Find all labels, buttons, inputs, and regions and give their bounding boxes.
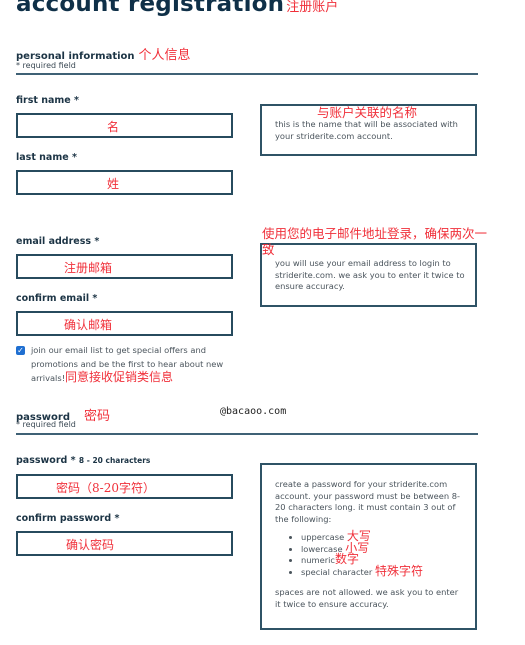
confirm-password-label: confirm password * bbox=[16, 513, 120, 524]
password-rule: special character 特殊字符 bbox=[301, 563, 465, 578]
last-name-input[interactable]: 姓 bbox=[16, 170, 233, 195]
watermark: @bacaoo.com bbox=[220, 406, 287, 417]
password-heading-annotation: 密码 bbox=[84, 409, 111, 424]
password-info-intro: create a password for your striderite.co… bbox=[275, 479, 460, 524]
last-name-label: last name * bbox=[16, 152, 77, 163]
password-section-divider bbox=[16, 433, 478, 435]
password-rules-list: uppercase 大写 lowercase 小写 numeric数字 spec… bbox=[275, 530, 465, 578]
email-list-checkbox[interactable]: ✓ bbox=[16, 346, 25, 355]
password-value: 密码（8-20字符） bbox=[56, 481, 155, 495]
confirm-email-value: 确认邮箱 bbox=[64, 318, 113, 332]
password-label-text: password * bbox=[16, 455, 76, 466]
password-label: password * 8 - 20 characters bbox=[16, 455, 150, 466]
name-info-text: this is the name that will be associated… bbox=[275, 119, 458, 141]
email-info-annotation: 使用您的电子邮件地址登录，确保两次一致 bbox=[262, 226, 488, 257]
email-label: email address * bbox=[16, 236, 100, 247]
first-name-value: 名 bbox=[107, 120, 120, 134]
section-divider bbox=[16, 73, 478, 75]
personal-info-annotation: 个人信息 bbox=[138, 48, 191, 63]
name-info-annotation: 与账户关联的名称 bbox=[317, 105, 418, 120]
password-hint: 8 - 20 characters bbox=[78, 456, 151, 465]
password-info-box: create a password for your striderite.co… bbox=[260, 463, 477, 630]
checkmark-icon: ✓ bbox=[17, 346, 24, 355]
password-rule: uppercase 大写 bbox=[301, 530, 465, 543]
rule-annotation: 数字 bbox=[334, 552, 359, 566]
last-name-value: 姓 bbox=[107, 177, 120, 191]
email-value: 注册邮箱 bbox=[64, 261, 113, 275]
password-info-outro: spaces are not allowed. we ask you to en… bbox=[275, 587, 459, 609]
confirm-password-value: 确认密码 bbox=[66, 538, 115, 552]
email-list-optin[interactable]: join our email list to get special offer… bbox=[31, 344, 236, 386]
password-required-note: * required field bbox=[16, 420, 76, 429]
page-title-annotation: 注册账户 bbox=[286, 0, 339, 15]
password-rule: lowercase 小写 bbox=[301, 542, 465, 555]
page-title-text: account registration bbox=[16, 0, 285, 17]
page-title: account registration 注册账户 bbox=[16, 0, 338, 17]
first-name-label: first name * bbox=[16, 95, 80, 106]
email-input[interactable]: 注册邮箱 bbox=[16, 254, 233, 279]
first-name-input[interactable]: 名 bbox=[16, 113, 233, 138]
rule-text: numeric bbox=[301, 555, 335, 565]
confirm-email-label: confirm email * bbox=[16, 293, 98, 304]
confirm-email-input[interactable]: 确认邮箱 bbox=[16, 311, 233, 336]
rule-text: uppercase bbox=[301, 532, 345, 542]
password-input[interactable]: 密码（8-20字符） bbox=[16, 474, 233, 499]
rule-annotation: 特殊字符 bbox=[374, 563, 423, 578]
email-info-text: you will use your email address to login… bbox=[275, 258, 465, 291]
confirm-password-input[interactable]: 确认密码 bbox=[16, 531, 233, 556]
rule-text: special character bbox=[301, 566, 373, 577]
optin-annotation: 同意接收促销类信息 bbox=[65, 370, 174, 384]
required-field-note: * required field bbox=[16, 61, 76, 70]
